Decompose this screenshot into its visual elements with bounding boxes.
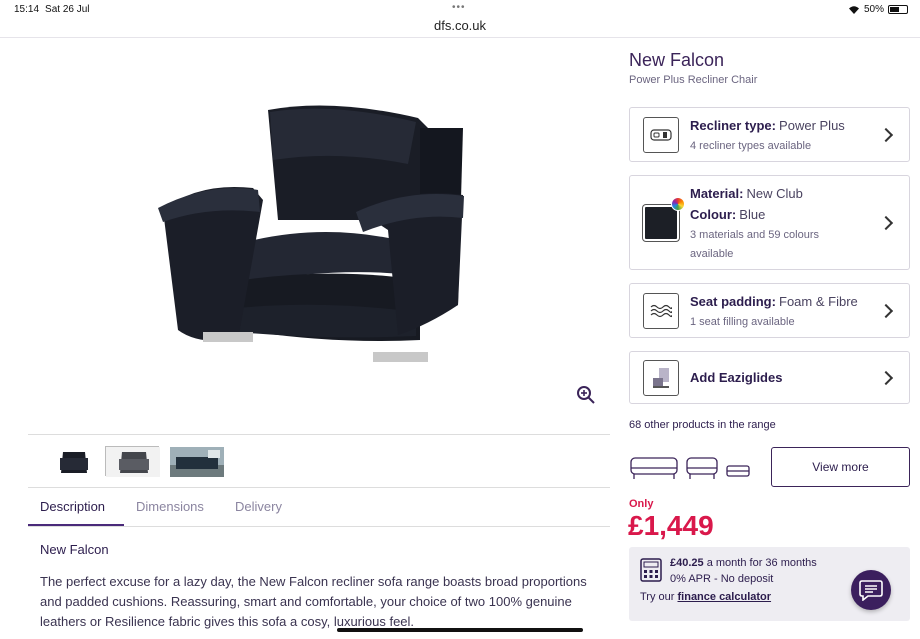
chevron-right-icon — [878, 303, 894, 319]
finance-calculator-link[interactable]: finance calculator — [678, 591, 772, 603]
finance-try-prefix: Try our — [640, 591, 675, 603]
price-prefix: Only — [629, 498, 654, 510]
product-subtitle: Power Plus Recliner Chair — [629, 74, 758, 86]
range-furniture-icons — [630, 457, 750, 479]
status-right: 50% — [848, 4, 908, 15]
status-bar: 15:14 Sat 26 Jul ••• dfs.co.uk 50% — [0, 0, 920, 38]
seat-padding-option[interactable]: Seat padding: Foam & Fibre 1 seat fillin… — [629, 283, 910, 338]
recliner-type-value: Power Plus — [779, 118, 845, 133]
range-count: 68 other products in the range — [629, 419, 776, 431]
finance-calculator-line: Try our finance calculator — [640, 591, 771, 603]
product-gallery[interactable] — [28, 40, 610, 435]
view-more-button[interactable]: View more — [771, 447, 910, 487]
colour-value: Blue — [739, 207, 766, 222]
thumbnail-1[interactable] — [46, 446, 100, 476]
info-tabs: Description Dimensions Delivery — [28, 489, 610, 527]
seat-padding-value: Foam & Fibre — [779, 294, 858, 309]
waves-icon — [643, 293, 679, 329]
material-colour-option[interactable]: Material: New Club Colour: Blue 3 materi… — [629, 175, 910, 270]
url-bar[interactable]: dfs.co.uk — [0, 18, 920, 33]
armchair-icon — [686, 457, 718, 479]
home-indicator[interactable] — [337, 628, 583, 632]
fabric-swatch-icon — [643, 205, 679, 241]
chat-button[interactable] — [851, 570, 891, 610]
finance-monthly-suffix: a month for 36 months — [706, 557, 817, 569]
eaziglides-label: Add Eaziglides — [690, 370, 783, 385]
thumbnail-3[interactable] — [169, 446, 224, 477]
material-value: New Club — [746, 186, 803, 201]
eaziglides-icon — [643, 360, 679, 396]
battery-percent: 50% — [863, 4, 884, 15]
description-text: The perfect excuse for a lazy day, the N… — [40, 574, 587, 629]
description-title: New Falcon — [40, 542, 109, 557]
recliner-type-label: Recliner type: — [690, 118, 776, 133]
eaziglides-option[interactable]: Add Eaziglides — [629, 351, 910, 404]
battery-icon — [888, 5, 908, 14]
active-tab-indicator — [28, 524, 124, 526]
tab-options-icon[interactable]: ••• — [452, 2, 466, 13]
status-time: 15:14 Sat 26 Jul — [14, 4, 90, 15]
tab-delivery[interactable]: Delivery — [235, 499, 282, 514]
seat-padding-label: Seat padding: — [690, 294, 776, 309]
chevron-right-icon — [878, 370, 894, 386]
recliner-type-detail: 4 recliner types available — [690, 140, 812, 152]
finance-monthly-amount: £40.25 — [670, 557, 704, 569]
tab-dimensions[interactable]: Dimensions — [136, 499, 204, 514]
sofa-icon — [630, 457, 678, 479]
price: £1,449 — [628, 510, 714, 541]
calculator-icon — [640, 558, 662, 582]
recliner-type-option[interactable]: Recliner type: Power Plus 4 recliner typ… — [629, 107, 910, 162]
date: Sat 26 Jul — [45, 4, 90, 15]
wifi-icon — [848, 5, 859, 14]
tab-description[interactable]: Description — [40, 499, 105, 514]
seat-padding-detail: 1 seat filling available — [690, 316, 795, 328]
material-colour-text: Material: New Club Colour: Blue 3 materi… — [690, 184, 865, 264]
chat-icon — [859, 580, 883, 601]
finance-apr: 0% APR - No deposit — [670, 573, 774, 585]
zoom-icon[interactable] — [576, 385, 596, 405]
thumbnail-2[interactable] — [105, 446, 160, 477]
finance-monthly: £40.25 a month for 36 months — [670, 557, 817, 569]
chevron-right-icon — [878, 127, 894, 143]
product-image — [158, 105, 464, 362]
seat-padding-text: Seat padding: Foam & Fibre 1 seat fillin… — [690, 292, 858, 332]
colour-wheel-icon — [671, 197, 685, 211]
eaziglides-text: Add Eaziglides — [690, 368, 782, 389]
chevron-right-icon — [878, 215, 894, 231]
clock: 15:14 — [14, 4, 40, 15]
material-label: Material: — [690, 186, 744, 201]
thumbnail-strip — [28, 436, 610, 488]
material-detail: 3 materials and 59 colours available — [690, 229, 820, 260]
product-title: New Falcon — [629, 50, 725, 70]
recliner-type-text: Recliner type: Power Plus 4 recliner typ… — [690, 116, 845, 156]
colour-label: Colour: — [690, 207, 737, 222]
recliner-remote-icon — [643, 117, 679, 153]
footstool-icon — [726, 465, 750, 477]
